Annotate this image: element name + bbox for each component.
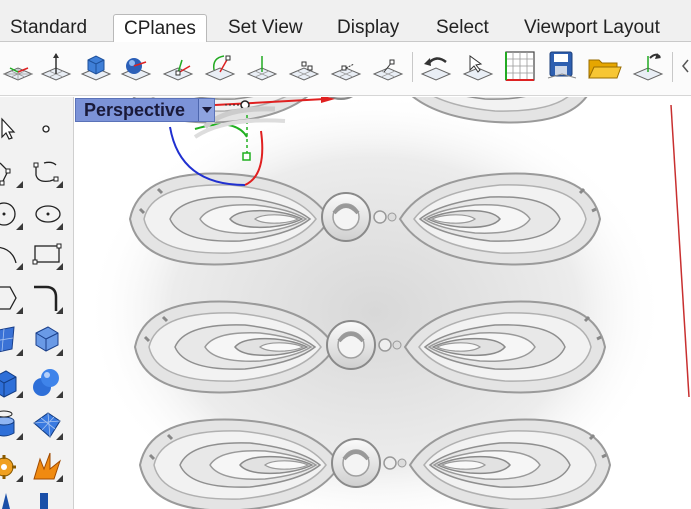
flyout-indicator bbox=[16, 223, 23, 230]
flyout-indicator bbox=[56, 391, 63, 398]
viewport-title: Perspective bbox=[84, 99, 186, 120]
cplane-view-icon bbox=[462, 55, 494, 81]
undo-cplane-icon bbox=[420, 57, 452, 81]
tab-display[interactable]: Display bbox=[327, 14, 409, 42]
viewport-scene bbox=[85, 97, 690, 509]
tab-set-view[interactable]: Set View bbox=[218, 14, 313, 42]
cplane-grid-button[interactable] bbox=[0, 48, 36, 84]
flyout-indicator bbox=[16, 391, 23, 398]
viewport-title-tab[interactable]: Perspective bbox=[75, 98, 215, 122]
cplane-x-axis-icon bbox=[288, 61, 320, 81]
tab-standard[interactable]: Standard bbox=[0, 14, 97, 42]
sphere-solid-button[interactable] bbox=[30, 365, 64, 399]
explode-button[interactable] bbox=[30, 449, 64, 483]
fillet-curve-button[interactable] bbox=[30, 281, 64, 315]
toolbar-separator bbox=[412, 52, 413, 82]
tab-viewport-layout[interactable]: Viewport Layout bbox=[514, 14, 670, 42]
cplane-world-icon bbox=[632, 53, 664, 81]
save-cplane-button[interactable] bbox=[544, 48, 580, 84]
polyline-button[interactable] bbox=[0, 155, 24, 189]
ribbon-tab-bar: Standard CPlanes Set View Display Select… bbox=[0, 0, 691, 43]
cplane-elevation-icon bbox=[246, 56, 278, 81]
cplane-x-axis-button[interactable] bbox=[286, 48, 322, 84]
rectangle-button[interactable] bbox=[30, 237, 64, 271]
arc-button[interactable] bbox=[0, 237, 24, 271]
analyze-button[interactable] bbox=[30, 489, 64, 509]
cplane-to-surface-button[interactable] bbox=[118, 48, 154, 84]
tab-select[interactable]: Select bbox=[426, 14, 499, 42]
named-cplanes-button[interactable] bbox=[502, 48, 538, 84]
cplane-to-object-button[interactable] bbox=[78, 48, 114, 84]
cplane-elevation-button[interactable] bbox=[244, 48, 280, 84]
select-button[interactable] bbox=[0, 111, 24, 145]
mesh-button[interactable] bbox=[30, 407, 64, 441]
save-cplane-icon bbox=[547, 51, 577, 79]
toolbar-separator bbox=[672, 52, 673, 82]
cplanes-toolbar bbox=[0, 42, 691, 96]
cplane-to-surface-icon bbox=[120, 58, 152, 81]
tool-palette bbox=[0, 97, 74, 509]
cplane-z-axis-button[interactable] bbox=[328, 48, 364, 84]
flyout-indicator bbox=[16, 475, 23, 482]
perspective-guide-line bbox=[670, 104, 690, 398]
select-arrow-icon bbox=[1, 117, 16, 140]
flyout-indicator bbox=[56, 349, 63, 356]
flyout-indicator bbox=[16, 433, 23, 440]
cplane-view-button[interactable] bbox=[460, 48, 496, 84]
cplane-origin-button[interactable] bbox=[38, 48, 74, 84]
flyout-indicator bbox=[16, 307, 23, 314]
flyout-indicator bbox=[56, 181, 63, 188]
dimension-icon bbox=[2, 493, 10, 509]
box-solid-button[interactable] bbox=[0, 365, 24, 399]
transform-button[interactable] bbox=[0, 449, 24, 483]
ellipse-button[interactable] bbox=[30, 197, 64, 231]
curve-button[interactable] bbox=[30, 155, 64, 189]
cplane-to-object-icon bbox=[80, 55, 112, 81]
flyout-indicator bbox=[56, 433, 63, 440]
extrude-surface-button[interactable] bbox=[30, 323, 64, 357]
cplane-by-3-points-icon bbox=[162, 59, 194, 81]
cplane-perpendicular-icon bbox=[372, 59, 404, 81]
cplane-by-3-points-button[interactable] bbox=[160, 48, 196, 84]
named-cplanes-grid-icon bbox=[505, 51, 535, 81]
chevron-left-icon bbox=[682, 59, 689, 73]
point-icon bbox=[42, 125, 50, 133]
flyout-indicator bbox=[16, 263, 23, 270]
cylinder-solid-button[interactable] bbox=[0, 407, 24, 441]
circle-button[interactable] bbox=[0, 197, 24, 231]
surface-from-points-button[interactable] bbox=[0, 323, 24, 357]
cplane-rotate-button[interactable] bbox=[202, 48, 238, 84]
point-button[interactable] bbox=[30, 111, 64, 145]
cplane-world-button[interactable] bbox=[630, 48, 666, 84]
cplane-grid-icon bbox=[2, 67, 34, 81]
perspective-viewport[interactable]: Perspective bbox=[75, 97, 691, 509]
flyout-indicator bbox=[56, 307, 63, 314]
toolbar-overflow-button[interactable] bbox=[678, 48, 691, 84]
cplane-z-axis-icon bbox=[330, 63, 362, 81]
chevron-down-icon bbox=[201, 107, 212, 113]
open-cplane-folder-icon bbox=[588, 59, 622, 79]
analyze-icon bbox=[40, 493, 48, 509]
cplane-perpendicular-button[interactable] bbox=[370, 48, 406, 84]
cplane-rotate-icon bbox=[204, 55, 236, 81]
polygon-button[interactable] bbox=[0, 281, 24, 315]
flyout-indicator bbox=[56, 475, 63, 482]
undo-cplane-button[interactable] bbox=[418, 48, 454, 84]
tab-cplanes[interactable]: CPlanes bbox=[113, 14, 207, 43]
dimension-button[interactable] bbox=[0, 489, 24, 509]
flyout-indicator bbox=[16, 181, 23, 188]
cplane-origin-icon bbox=[40, 53, 72, 81]
open-cplane-button[interactable] bbox=[586, 48, 622, 84]
flyout-indicator bbox=[16, 349, 23, 356]
viewport-menu-dropdown[interactable] bbox=[198, 99, 214, 121]
flyout-indicator bbox=[56, 263, 63, 270]
flyout-indicator bbox=[56, 223, 63, 230]
